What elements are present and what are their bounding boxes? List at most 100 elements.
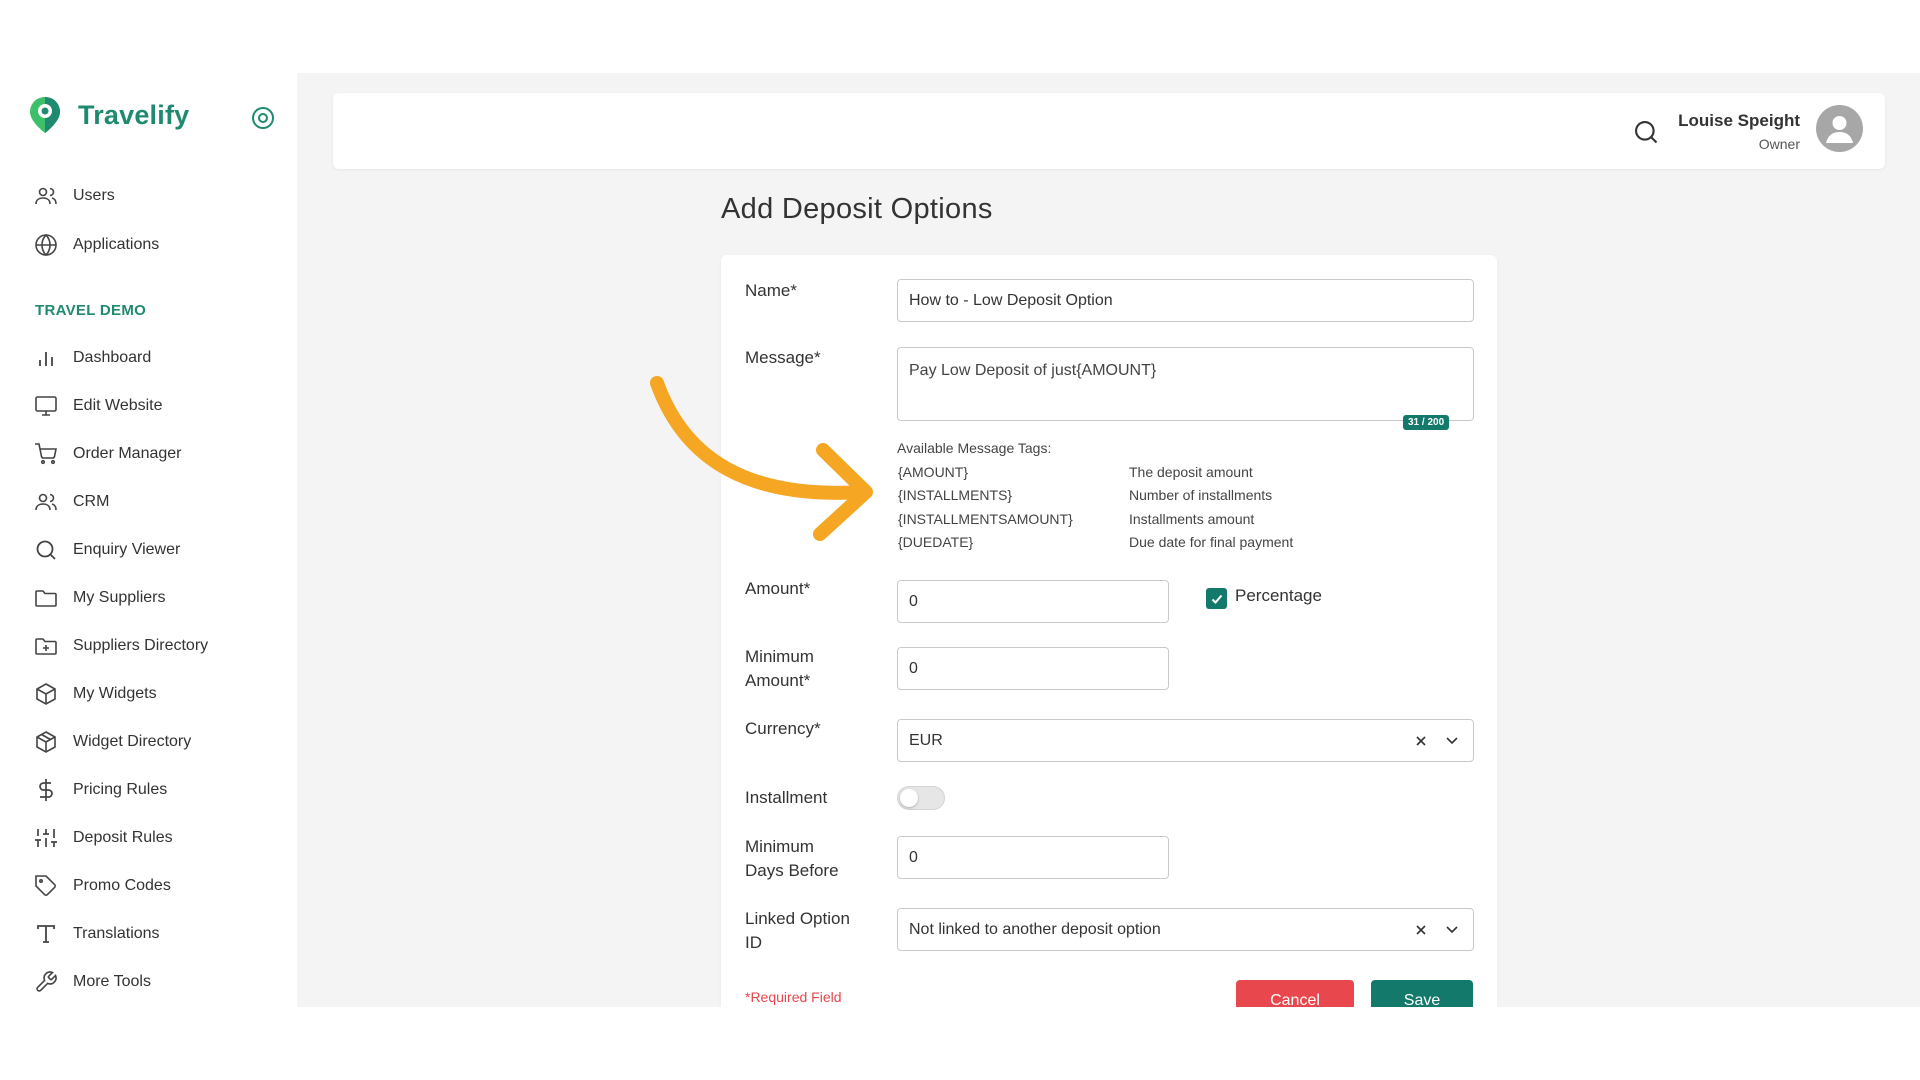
wrench-icon: [33, 969, 59, 995]
sidebar-item-label: Widget Directory: [73, 733, 192, 750]
name-label: Name*: [745, 281, 797, 300]
sidebar-item-widget-directory[interactable]: Widget Directory: [33, 727, 191, 757]
sidebar-item-label: My Suppliers: [73, 589, 166, 606]
toggle-knob: [900, 789, 918, 807]
user-name: Louise Speight: [1678, 111, 1800, 130]
message-tag: {DUEDATE}: [898, 534, 974, 550]
name-input-value: How to - Low Deposit Option: [909, 291, 1113, 309]
brand-logo[interactable]: Travelify: [28, 95, 189, 135]
app-canvas: Travelify Users Applications TRAVEL DEMO: [0, 73, 1920, 1007]
currency-select-value: EUR: [909, 731, 943, 749]
required-field-note: *Required Field: [745, 989, 842, 1005]
sidebar-item-label: Translations: [73, 925, 160, 942]
boxes-icon: [33, 729, 59, 755]
brand-name: Travelify: [78, 99, 190, 130]
sidebar-item-translations[interactable]: Translations: [33, 919, 160, 949]
sidebar-item-dashboard[interactable]: Dashboard: [33, 343, 151, 373]
sliders-icon: [33, 825, 59, 851]
label-line: Minimum: [745, 647, 814, 666]
sidebar-item-crm[interactable]: CRM: [33, 487, 109, 517]
page-title: Add Deposit Options: [721, 193, 993, 225]
label-line: Amount*: [745, 671, 811, 690]
currency-select[interactable]: EUR: [897, 719, 1474, 762]
amount-label: Amount*: [745, 579, 811, 598]
sidebar-item-applications[interactable]: Applications: [33, 230, 159, 260]
bar-chart-icon: [33, 345, 59, 371]
folder-icon: [33, 585, 59, 611]
label-line: Linked Option: [745, 909, 850, 928]
top-header: Louise Speight Owner: [333, 93, 1885, 169]
message-tag-description: The deposit amount: [1129, 464, 1253, 480]
sidebar-item-my-widgets[interactable]: My Widgets: [33, 679, 157, 709]
amount-input[interactable]: 0: [897, 580, 1169, 623]
message-char-counter: 31 / 200: [1403, 415, 1450, 430]
message-textarea[interactable]: Pay Low Deposit of just{AMOUNT}: [897, 347, 1474, 421]
save-button[interactable]: Save: [1371, 980, 1473, 1007]
sidebar-item-my-suppliers[interactable]: My Suppliers: [33, 583, 165, 613]
minimum-days-input[interactable]: 0: [897, 836, 1169, 879]
installment-label: Installment: [745, 788, 828, 807]
percentage-label: Percentage: [1235, 586, 1322, 605]
sidebar-item-label: More Tools: [73, 973, 151, 990]
sidebar-item-label: Suppliers Directory: [73, 637, 209, 654]
name-input[interactable]: How to - Low Deposit Option: [897, 279, 1474, 322]
box-icon: [33, 681, 59, 707]
sidebar-item-suppliers-directory[interactable]: Suppliers Directory: [33, 631, 208, 661]
message-tag-description: Installments amount: [1129, 511, 1255, 527]
percentage-checkbox[interactable]: [1206, 588, 1227, 609]
users-icon: [33, 489, 59, 515]
sidebar-item-users[interactable]: Users: [33, 181, 115, 211]
chevron-down-icon[interactable]: [1445, 925, 1459, 935]
sidebar-item-label: Promo Codes: [73, 877, 171, 894]
sidebar-item-label: Users: [73, 187, 115, 204]
sidebar-item-label: Edit Website: [73, 397, 163, 414]
annotation-arrow-icon: [650, 376, 873, 541]
minimum-amount-label: Minimum Amount*: [745, 645, 814, 693]
search-icon: [33, 537, 59, 563]
folder-plus-icon: [33, 633, 59, 659]
clear-icon[interactable]: [1415, 735, 1427, 747]
label-line: Days Before: [745, 861, 839, 880]
message-tags-title: Available Message Tags:: [897, 440, 1052, 456]
message-tag-description: Due date for final payment: [1129, 534, 1294, 550]
minimum-days-value: 0: [909, 848, 918, 866]
sidebar-item-promo-codes[interactable]: Promo Codes: [33, 871, 171, 901]
minimum-amount-value: 0: [909, 659, 918, 677]
clear-icon[interactable]: [1415, 924, 1427, 936]
sidebar-item-label: Deposit Rules: [73, 829, 173, 846]
sidebar-item-edit-website[interactable]: Edit Website: [33, 391, 163, 421]
minimum-amount-input[interactable]: 0: [897, 647, 1169, 690]
linked-option-value: Not linked to another deposit option: [909, 920, 1161, 938]
sidebar-item-label: Dashboard: [73, 349, 152, 366]
sidebar-toggle-icon[interactable]: [251, 106, 275, 130]
sidebar-item-label: Pricing Rules: [73, 781, 168, 798]
installment-toggle[interactable]: [897, 786, 945, 810]
sidebar-item-more-tools[interactable]: More Tools: [33, 967, 151, 997]
message-textarea-value: Pay Low Deposit of just{AMOUNT}: [909, 362, 1157, 379]
cancel-button[interactable]: Cancel: [1236, 980, 1354, 1007]
label-line: ID: [745, 933, 762, 952]
sidebar-item-label: My Widgets: [73, 685, 157, 702]
sidebar-item-pricing-rules[interactable]: Pricing Rules: [33, 775, 167, 805]
type-icon: [33, 921, 59, 947]
sidebar-item-label: Order Manager: [73, 445, 182, 462]
sidebar-section-label: TRAVEL DEMO: [35, 302, 147, 319]
select-controls: [1415, 720, 1459, 761]
chevron-down-icon[interactable]: [1445, 736, 1459, 746]
check-icon: [1211, 594, 1222, 604]
sidebar-item-deposit-rules[interactable]: Deposit Rules: [33, 823, 173, 853]
monitor-icon: [33, 393, 59, 419]
avatar[interactable]: [1816, 105, 1863, 152]
message-tag: {INSTALLMENTSAMOUNT}: [898, 511, 1073, 527]
minimum-days-label: Minimum Days Before: [745, 835, 839, 883]
linked-option-select[interactable]: Not linked to another deposit option: [897, 908, 1474, 951]
search-icon[interactable]: [1632, 118, 1660, 146]
sidebar-item-order-manager[interactable]: Order Manager: [33, 439, 182, 469]
message-tag: {AMOUNT}: [898, 464, 969, 480]
tag-icon: [33, 873, 59, 899]
users-icon: [33, 183, 59, 209]
message-tag: {INSTALLMENTS}: [898, 487, 1013, 503]
sidebar: Travelify Users Applications TRAVEL DEMO: [0, 73, 297, 1007]
user-avatar-icon: [1826, 116, 1853, 143]
sidebar-item-enquiry-viewer[interactable]: Enquiry Viewer: [33, 535, 180, 565]
